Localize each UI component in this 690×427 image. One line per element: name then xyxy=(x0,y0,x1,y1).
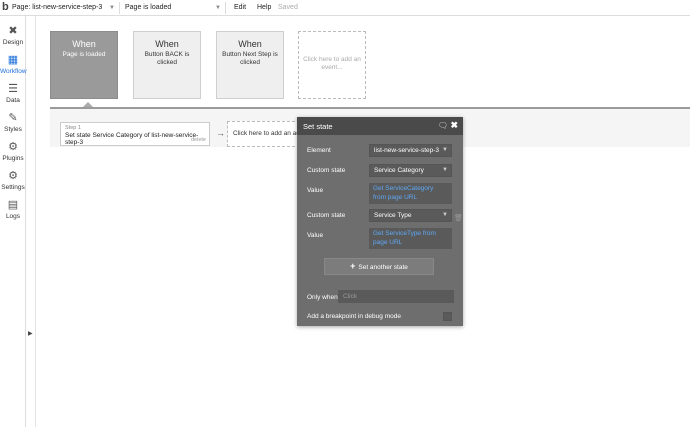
event-when-label: When xyxy=(238,39,262,49)
document-icon: ▤ xyxy=(7,199,19,211)
element-label: Element xyxy=(307,147,331,154)
sidebar-item-label: Plugins xyxy=(2,155,24,162)
breakpoint-label: Add a breakpoint in debug mode xyxy=(307,313,401,320)
sidebar-item-logs[interactable]: ▤ Logs xyxy=(0,194,26,222)
step-delete-link[interactable]: delete xyxy=(191,137,206,143)
collapse-sidebar-icon[interactable]: ▶ xyxy=(28,330,33,337)
gear-icon: ⚙ xyxy=(8,170,18,182)
chevron-down-icon: ▼ xyxy=(215,5,221,11)
workflow-icon: ▦ xyxy=(7,54,19,66)
top-bar: b Page: list-new-service-step-3 ▼ Page i… xyxy=(0,0,690,16)
saved-status: Saved xyxy=(278,4,298,11)
chevron-down-icon: ▼ xyxy=(442,147,448,153)
value-label: Value xyxy=(307,232,324,239)
database-icon: ☰ xyxy=(8,83,18,95)
set-another-state-label: Set another state xyxy=(358,264,408,271)
sidebar-item-workflow[interactable]: ▦ Workflow xyxy=(0,49,27,77)
set-another-state-button[interactable]: + Set another state xyxy=(324,258,434,275)
custom-state-label: Custom state xyxy=(307,212,346,219)
chevron-down-icon: ▼ xyxy=(442,212,448,218)
event-when-label: When xyxy=(155,39,179,49)
event-card-page-loaded[interactable]: When Page is loaded xyxy=(50,31,118,99)
sidebar-item-label: Logs xyxy=(5,213,21,220)
event-description: Button BACK is clicked xyxy=(144,51,190,66)
step-title: Set state Service Category of list-new-s… xyxy=(65,132,199,146)
custom-state-dropdown-2[interactable]: Service Type ▼ xyxy=(369,209,452,222)
event-when-label: When xyxy=(72,39,96,49)
trash-icon[interactable]: 🗑 xyxy=(454,214,463,222)
custom-state-value: Service Category xyxy=(374,167,424,174)
sidebar-item-data[interactable]: ☰ Data xyxy=(0,78,26,106)
add-action-card[interactable]: Click here to add an action... xyxy=(227,121,305,147)
custom-state-dropdown-1[interactable]: Service Category ▼ xyxy=(369,164,452,177)
sidebar-item-plugins[interactable]: ⚙ Plugins xyxy=(0,136,26,164)
chevron-down-icon: ▼ xyxy=(442,167,448,173)
sidebar-item-settings[interactable]: ⚙ Settings xyxy=(0,165,26,193)
close-icon[interactable]: ✖ xyxy=(450,120,458,131)
value-label: Value xyxy=(307,187,324,194)
element-dropdown[interactable]: list-new-service-step-3 ▼ xyxy=(369,144,452,157)
modal-header: Set state 🗨 ✖ xyxy=(297,117,463,135)
event-card-back-clicked[interactable]: When Button BACK is clicked xyxy=(133,31,201,99)
add-event-label: Click here to add an event... xyxy=(303,56,361,71)
arrow-right-icon: → xyxy=(216,128,225,138)
custom-state-value: Service Type xyxy=(374,212,412,219)
design-icon: ✖ xyxy=(8,25,18,37)
edit-menu[interactable]: Edit xyxy=(234,2,246,14)
custom-state-label: Custom state xyxy=(307,167,346,174)
value-expression-1[interactable]: Get ServiceCategory from page URL xyxy=(369,183,452,204)
plug-icon: ⚙ xyxy=(8,141,18,153)
sidebar-item-label: Design xyxy=(2,39,24,46)
breakpoint-checkbox[interactable] xyxy=(443,312,452,321)
add-event-card[interactable]: Click here to add an event... xyxy=(298,31,366,99)
step-number: Step 1 xyxy=(65,125,81,131)
bubble-logo[interactable]: b xyxy=(2,1,9,13)
event-card-next-step-clicked[interactable]: When Button Next Step is clicked xyxy=(216,31,284,99)
event-selector-label: Page is loaded xyxy=(125,4,172,11)
sidebar: ✖ Design ▦ Workflow ☰ Data ✎ Styles ⚙ Pl… xyxy=(0,16,27,427)
step-card[interactable]: Step 1 Set state Service Category of lis… xyxy=(60,122,210,146)
only-when-input[interactable]: Click xyxy=(338,290,454,303)
comment-icon[interactable]: 🗨 xyxy=(438,121,448,130)
chevron-down-icon: ▼ xyxy=(109,5,115,11)
plus-icon: + xyxy=(350,261,356,271)
page-selector[interactable]: Page: list-new-service-step-3 ▼ xyxy=(10,2,120,14)
page-selector-label: Page: list-new-service-step-3 xyxy=(12,4,103,11)
brush-icon: ✎ xyxy=(8,112,18,124)
element-dropdown-value: list-new-service-step-3 xyxy=(374,147,440,154)
sidebar-item-styles[interactable]: ✎ Styles xyxy=(0,107,26,135)
value-expression-2[interactable]: Get ServiceType from page URL xyxy=(369,228,452,249)
sidebar-item-label: Settings xyxy=(1,184,25,191)
modal-title: Set state xyxy=(303,122,333,131)
sidebar-item-label: Data xyxy=(6,97,20,104)
only-when-label: Only when xyxy=(307,294,338,301)
help-menu[interactable]: Help xyxy=(257,2,271,14)
event-description: Button Next Step is clicked xyxy=(222,51,278,66)
sidebar-item-design[interactable]: ✖ Design xyxy=(0,20,26,48)
event-selector[interactable]: Page is loaded ▼ xyxy=(122,2,226,14)
sidebar-item-label: Styles xyxy=(4,126,22,133)
event-description: Page is loaded xyxy=(62,51,106,58)
set-state-modal: Set state 🗨 ✖ Element list-new-service-s… xyxy=(297,117,463,326)
sidebar-item-label: Workflow xyxy=(0,68,27,75)
